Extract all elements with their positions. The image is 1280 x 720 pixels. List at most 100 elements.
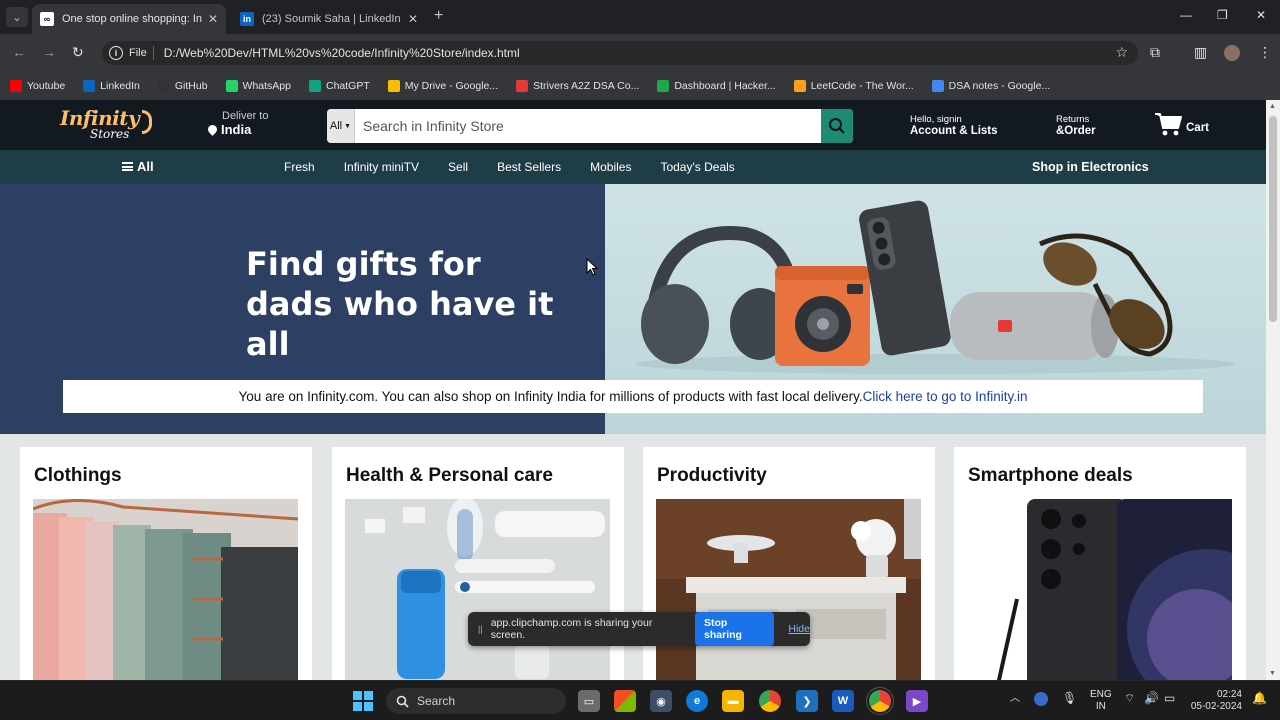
hero-banner[interactable]: Find gifts for dads who have it all You … [0, 184, 1266, 434]
youtube-icon [10, 80, 22, 92]
returns-label: Returns [1056, 114, 1090, 125]
bookmark-item[interactable]: GitHub [157, 80, 208, 92]
nav-link-fresh[interactable]: Fresh [284, 160, 315, 174]
vscode-icon[interactable]: ❯ [796, 690, 818, 712]
clothing-image [33, 499, 298, 680]
wifi-icon[interactable]: ⌔ [1124, 692, 1135, 704]
new-tab-button[interactable]: + [434, 7, 443, 25]
scrollbar-thumb[interactable] [1269, 116, 1277, 322]
bookmark-star-icon[interactable]: ☆ [1115, 44, 1128, 61]
clock[interactable]: 02:24 05-02-2024 [1190, 689, 1242, 713]
smartphone-image [967, 499, 1232, 680]
microphone-icon[interactable]: 🎙 [1062, 692, 1077, 704]
taskbar-search[interactable]: Search [386, 688, 566, 714]
hero-title-line1: Find gifts for [246, 245, 481, 283]
bookmark-item[interactable]: LinkedIn [83, 80, 140, 92]
bookmark-item[interactable]: My Drive - Google... [387, 80, 498, 92]
camera-app-icon[interactable]: ◉ [650, 690, 672, 712]
go-to-india-link[interactable]: Click here to go to Infinity.in [863, 389, 1028, 404]
chatgpt-icon [309, 80, 321, 92]
forward-arrow-icon[interactable]: → [42, 44, 56, 60]
account-lists[interactable]: Hello, signin Account & Lists [910, 114, 998, 137]
file-explorer-icon[interactable]: ▬ [722, 690, 744, 712]
url-text[interactable]: D:/Web%20Dev/HTML%20vs%20code/Infinity%2… [164, 46, 520, 60]
search-input[interactable] [355, 109, 821, 143]
extensions-icon[interactable]: ⧉ [1150, 44, 1160, 61]
search-category-select[interactable]: All ▼ [327, 109, 355, 143]
clipchamp-icon[interactable]: ▶ [906, 690, 928, 712]
chrome-active-icon[interactable] [869, 690, 891, 712]
nav-link-sell[interactable]: Sell [448, 160, 468, 174]
scroll-down-icon[interactable]: ▼ [1269, 670, 1276, 677]
scroll-up-icon[interactable]: ▲ [1269, 103, 1276, 110]
tab-linkedin[interactable]: in (23) Soumik Saha | LinkedIn ✕ [232, 4, 426, 34]
address-bar[interactable]: i File D:/Web%20Dev/HTML%20vs%20code/Inf… [102, 41, 1138, 65]
notification-bell-icon[interactable]: 🔔 [1252, 692, 1267, 704]
nav-link-mobiles[interactable]: Mobiles [590, 160, 631, 174]
volume-icon[interactable]: 🔊 [1144, 692, 1159, 704]
page-scrollbar[interactable]: ▲ ▼ [1266, 100, 1280, 680]
hamburger-icon [122, 162, 133, 171]
nav-link-todays-deals[interactable]: Today's Deals [660, 160, 734, 174]
card-clothings[interactable]: Clothings [20, 447, 312, 680]
bookmark-item[interactable]: Strivers A2Z DSA Co... [516, 80, 639, 92]
restore-icon[interactable]: ❐ [1217, 8, 1228, 22]
windows-taskbar: Search ▭ ◉ e ▬ ❯ W ▶ ︿ 🎙 ENG IN ⌔ 🔊 ▭ 02… [0, 680, 1280, 720]
account-greeting: Hello, signin [910, 114, 962, 125]
infinity-stores-logo[interactable]: Infinity Stores [60, 106, 152, 146]
page-viewport: Infinity Stores Deliver to India All▼ He… [0, 100, 1266, 680]
deliver-location: India [221, 122, 252, 137]
clock-app-icon[interactable] [1034, 692, 1048, 706]
tab-title: One stop online shopping: Infin [62, 13, 202, 25]
minimize-icon[interactable]: — [1180, 8, 1192, 22]
nav-link-shop-electronics[interactable]: Shop in Electronics [1032, 160, 1149, 174]
close-icon[interactable]: ✕ [208, 12, 218, 26]
search-button[interactable] [821, 109, 853, 143]
drag-handle-icon[interactable]: || [478, 624, 483, 634]
nav-link-best-sellers[interactable]: Best Sellers [497, 160, 561, 174]
bookmark-item[interactable]: ChatGPT [309, 80, 370, 92]
side-panel-icon[interactable]: ▥ [1194, 44, 1207, 61]
clock-time: 02:24 [1216, 689, 1242, 700]
nav-all-menu[interactable]: All [122, 159, 154, 174]
edge-browser-icon[interactable]: e [686, 690, 708, 712]
task-view-icon[interactable]: ▭ [578, 690, 600, 712]
window-close-icon[interactable]: ✕ [1256, 8, 1266, 22]
bookmark-item[interactable]: LeetCode - The Wor... [793, 80, 914, 92]
bookmark-item[interactable]: Youtube [10, 80, 65, 92]
cart-button[interactable]: Cart [1154, 112, 1209, 136]
show-hidden-icons-icon[interactable]: ︿ [1010, 693, 1020, 705]
info-icon[interactable]: i [109, 46, 123, 60]
language-indicator[interactable]: ENG IN [1090, 689, 1112, 713]
windows-start-icon[interactable] [353, 691, 373, 711]
nav-link-minitv[interactable]: Infinity miniTV [344, 160, 419, 174]
taskbar-search-label: Search [417, 694, 456, 708]
microsoft-store-icon[interactable] [614, 690, 636, 712]
returns-orders[interactable]: Returns &Order [1056, 114, 1096, 137]
card-smartphone-deals[interactable]: Smartphone deals [954, 447, 1246, 680]
chrome-icon[interactable] [759, 690, 781, 712]
nav-links: Fresh Infinity miniTV Sell Best Sellers … [284, 160, 764, 174]
battery-icon[interactable]: ▭ [1164, 692, 1175, 704]
tab-infinity-store[interactable]: ∞ One stop online shopping: Infin ✕ [32, 4, 226, 34]
stop-sharing-button[interactable]: Stop sharing [695, 612, 775, 646]
tab-search-button[interactable]: ⌄ [6, 7, 28, 27]
bookmark-item[interactable]: WhatsApp [225, 80, 291, 92]
browser-tab-strip: ⌄ ∞ One stop online shopping: Infin ✕ in… [0, 0, 1280, 34]
bookmark-item[interactable]: Dashboard | Hacker... [657, 80, 776, 92]
hide-share-bar-button[interactable]: Hide [788, 623, 810, 635]
striver-icon [516, 80, 529, 92]
profile-avatar-icon[interactable] [1224, 45, 1240, 61]
deliver-to[interactable]: Deliver to India [206, 110, 268, 137]
reload-icon[interactable]: ↻ [72, 44, 84, 61]
menu-kebab-icon[interactable]: ⋮ [1258, 44, 1272, 61]
bookmark-label: Strivers A2Z DSA Co... [533, 80, 640, 92]
back-arrow-icon[interactable]: ← [12, 44, 26, 60]
close-icon[interactable]: ✕ [408, 12, 418, 26]
bookmark-label: ChatGPT [326, 80, 370, 92]
word-icon[interactable]: W [832, 690, 854, 712]
bookmark-item[interactable]: DSA notes - Google... [931, 80, 1050, 92]
cart-label: Cart [1186, 122, 1210, 134]
account-label: Account & Lists [910, 125, 998, 137]
search-bar: All ▼ [327, 109, 853, 143]
